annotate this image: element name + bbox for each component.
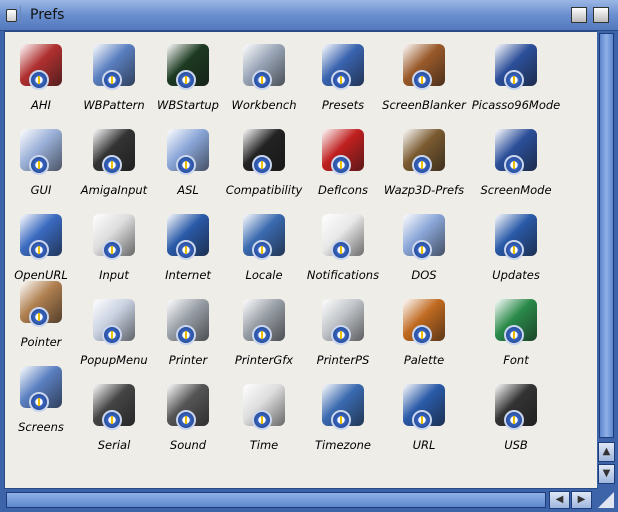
icon-font[interactable]: Font xyxy=(471,295,561,375)
scroll-left-button[interactable]: ◀ xyxy=(549,491,570,509)
info-badge-icon xyxy=(102,410,122,430)
info-badge-icon xyxy=(252,410,272,430)
info-badge-icon xyxy=(102,155,122,175)
info-badge-icon xyxy=(102,240,122,260)
icon-wazp3d-prefs[interactable]: Wazp3D-Prefs xyxy=(379,125,469,205)
icon-usb[interactable]: USB xyxy=(471,380,561,460)
info-badge-icon xyxy=(102,70,122,90)
info-badge-icon xyxy=(252,240,272,260)
info-badge-icon xyxy=(504,410,524,430)
icon-screenblanker[interactable]: ScreenBlanker xyxy=(379,40,469,120)
window-title: Prefs xyxy=(30,7,65,23)
info-badge-icon xyxy=(176,240,196,260)
title-bar[interactable]: Prefs xyxy=(0,0,618,31)
info-badge-icon xyxy=(331,325,351,345)
info-badge-icon xyxy=(102,325,122,345)
horizontal-scrollbar[interactable]: ◀ ▶ xyxy=(4,490,594,510)
info-badge-icon xyxy=(29,70,49,90)
info-badge-icon xyxy=(331,410,351,430)
icon-label: Picasso96Mode xyxy=(471,98,561,112)
scroll-right-button[interactable]: ▶ xyxy=(571,491,592,509)
resize-handle[interactable] xyxy=(598,492,614,508)
icon-picasso96mode[interactable]: Picasso96Mode xyxy=(471,40,561,120)
horizontal-scroll-thumb[interactable] xyxy=(6,492,546,508)
info-badge-icon xyxy=(331,70,351,90)
info-badge-icon xyxy=(504,325,524,345)
vertical-scroll-thumb[interactable] xyxy=(599,33,614,438)
icon-label: Font xyxy=(503,353,529,367)
info-badge-icon xyxy=(29,392,49,412)
info-badge-icon xyxy=(252,155,272,175)
info-badge-icon xyxy=(412,240,432,260)
info-badge-icon xyxy=(412,325,432,345)
icon-url[interactable]: URL xyxy=(379,380,469,460)
info-badge-icon xyxy=(29,155,49,175)
info-badge-icon xyxy=(504,70,524,90)
icon-palette[interactable]: Palette xyxy=(379,295,469,375)
depth-button[interactable] xyxy=(593,7,609,23)
info-badge-icon xyxy=(504,155,524,175)
info-badge-icon xyxy=(176,325,196,345)
prefs-window: Prefs AHI WBPattern WBStartup Workbench Pres… xyxy=(0,0,618,512)
title-divider xyxy=(20,6,21,24)
icon-screenmode[interactable]: ScreenMode xyxy=(471,125,561,205)
info-badge-icon xyxy=(176,410,196,430)
vertical-scrollbar[interactable]: ▲ ▼ xyxy=(597,31,616,487)
info-badge-icon xyxy=(331,155,351,175)
info-badge-icon xyxy=(176,155,196,175)
info-badge-icon xyxy=(29,307,49,327)
icon-dos[interactable]: DOS xyxy=(379,210,469,290)
icon-updates[interactable]: Updates xyxy=(471,210,561,290)
info-badge-icon xyxy=(412,155,432,175)
icon-label: Updates xyxy=(492,268,540,282)
icon-label: ScreenMode xyxy=(480,183,552,197)
icon-area: AHI WBPattern WBStartup Workbench Presets Scr… xyxy=(4,31,598,489)
info-badge-icon xyxy=(252,325,272,345)
info-badge-icon xyxy=(176,70,196,90)
zoom-button[interactable] xyxy=(571,7,587,23)
scroll-down-button[interactable]: ▼ xyxy=(598,464,615,484)
info-badge-icon xyxy=(252,70,272,90)
icon-label: USB xyxy=(504,438,528,452)
scroll-up-button[interactable]: ▲ xyxy=(598,442,615,462)
info-badge-icon xyxy=(29,240,49,260)
info-badge-icon xyxy=(412,410,432,430)
info-badge-icon xyxy=(331,240,351,260)
info-badge-icon xyxy=(412,70,432,90)
info-badge-icon xyxy=(504,240,524,260)
close-button[interactable] xyxy=(6,9,17,22)
